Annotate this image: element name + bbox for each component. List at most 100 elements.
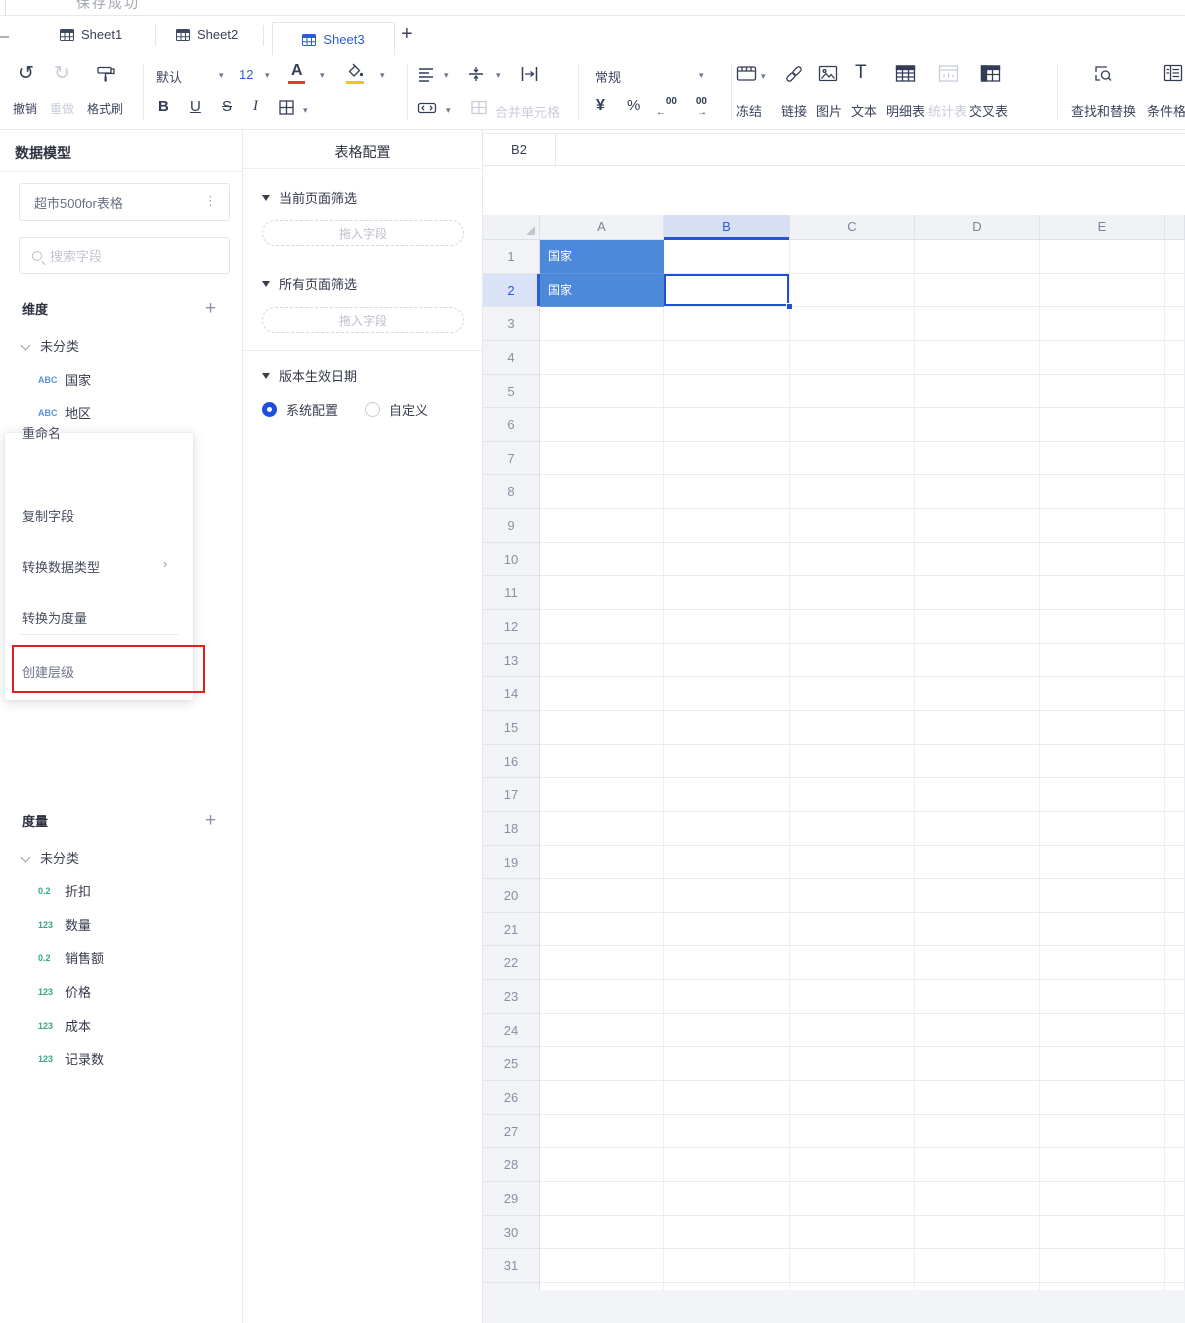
cell-B3[interactable] — [664, 307, 790, 341]
measures-group-uncategorized[interactable]: 未分类 — [22, 848, 79, 867]
menu-item-convert-data-type[interactable]: 转换数据类型 — [22, 557, 100, 576]
row-header-15[interactable]: 15 — [483, 711, 540, 745]
row-header-24[interactable]: 24 — [483, 1014, 540, 1048]
cell-E14[interactable] — [1040, 677, 1165, 711]
tab-sheet1[interactable]: Sheet1 — [60, 27, 122, 42]
tab-sheet2[interactable]: Sheet2 — [176, 27, 238, 42]
cell-C2[interactable] — [790, 274, 915, 308]
cell-C15[interactable] — [790, 711, 915, 745]
chevron-down-icon[interactable]: ▾ — [380, 70, 385, 81]
current-page-filter-dropzone[interactable]: 拖入字段 — [262, 220, 464, 246]
cell-A21[interactable] — [540, 913, 664, 947]
cell-E19[interactable] — [1040, 846, 1165, 880]
undo-label[interactable]: 撤销 — [13, 100, 37, 117]
row-header-1[interactable]: 1 — [483, 240, 540, 274]
cell-A2[interactable]: 国家 — [540, 274, 664, 308]
cell-E10[interactable] — [1040, 543, 1165, 577]
cell-A32[interactable] — [540, 1283, 664, 1290]
cell-D23[interactable] — [915, 980, 1040, 1014]
cell-C10[interactable] — [790, 543, 915, 577]
chevron-down-icon[interactable]: ▾ — [446, 105, 451, 116]
borders-icon[interactable] — [278, 99, 295, 116]
cross-table-label[interactable]: 交叉表 — [969, 101, 1008, 120]
cell-E2[interactable] — [1040, 274, 1165, 308]
row-header-2[interactable]: 2 — [483, 274, 540, 308]
cell-A25[interactable] — [540, 1047, 664, 1081]
row-header-7[interactable]: 7 — [483, 442, 540, 476]
measure-field-chengben[interactable]: 123 成本 — [38, 1016, 91, 1035]
cell-D3[interactable] — [915, 307, 1040, 341]
measure-field-jiage[interactable]: 123 价格 — [38, 982, 91, 1001]
cell-D22[interactable] — [915, 946, 1040, 980]
radio-selected-icon[interactable] — [262, 402, 277, 417]
cell-E13[interactable] — [1040, 644, 1165, 678]
dimension-field-diqu[interactable]: ABC 地区 — [38, 403, 91, 422]
increase-decimal-icon[interactable]: 00→ — [686, 96, 708, 118]
cell-E28[interactable] — [1040, 1148, 1165, 1182]
cell-B26[interactable] — [664, 1081, 790, 1115]
conditional-format-label[interactable]: 条件格式 — [1147, 101, 1185, 120]
formula-bar[interactable] — [556, 133, 1185, 166]
cell-D25[interactable] — [915, 1047, 1040, 1081]
cell-A7[interactable] — [540, 442, 664, 476]
cell-A1[interactable]: 国家 — [540, 240, 664, 274]
cell-C26[interactable] — [790, 1081, 915, 1115]
cell-B17[interactable] — [664, 778, 790, 812]
horizontal-align-icon[interactable] — [417, 65, 435, 83]
cell-A11[interactable] — [540, 576, 664, 610]
cell-C18[interactable] — [790, 812, 915, 846]
column-header-B[interactable]: B — [664, 215, 790, 240]
cell-C21[interactable] — [790, 913, 915, 947]
fill-color-icon[interactable] — [345, 62, 365, 80]
column-header-E[interactable]: E — [1040, 215, 1165, 240]
cell-C7[interactable] — [790, 442, 915, 476]
chevron-down-icon[interactable]: ▾ — [496, 70, 501, 81]
cell-B24[interactable] — [664, 1014, 790, 1048]
stats-table-icon[interactable] — [938, 64, 959, 83]
cell-A17[interactable] — [540, 778, 664, 812]
cell-B7[interactable] — [664, 442, 790, 476]
cell-C22[interactable] — [790, 946, 915, 980]
measure-field-xiaoshoue[interactable]: 0.2 销售额 — [38, 948, 104, 967]
cell-A27[interactable] — [540, 1115, 664, 1149]
merge-cells-icon[interactable] — [470, 99, 488, 116]
cell-B30[interactable] — [664, 1216, 790, 1250]
cell-A8[interactable] — [540, 475, 664, 509]
cell-C5[interactable] — [790, 375, 915, 409]
cell-A10[interactable] — [540, 543, 664, 577]
strikethrough-button[interactable]: S — [222, 99, 232, 114]
cell-A15[interactable] — [540, 711, 664, 745]
cell-A5[interactable] — [540, 375, 664, 409]
row-header-18[interactable]: 18 — [483, 812, 540, 846]
cell-A6[interactable] — [540, 408, 664, 442]
cell-A18[interactable] — [540, 812, 664, 846]
cell-E20[interactable] — [1040, 879, 1165, 913]
cell-D4[interactable] — [915, 341, 1040, 375]
add-sheet-button[interactable]: + — [401, 23, 413, 46]
vertical-align-icon[interactable] — [467, 65, 485, 83]
merge-cells-label[interactable]: 合并单元格 — [495, 102, 560, 121]
cell-E5[interactable] — [1040, 375, 1165, 409]
row-header-27[interactable]: 27 — [483, 1115, 540, 1149]
row-header-8[interactable]: 8 — [483, 475, 540, 509]
cell-B16[interactable] — [664, 745, 790, 779]
dimension-field-guojia[interactable]: ABC 国家 — [38, 370, 91, 389]
cell-D1[interactable] — [915, 240, 1040, 274]
cell-B18[interactable] — [664, 812, 790, 846]
cell-A22[interactable] — [540, 946, 664, 980]
cell-C24[interactable] — [790, 1014, 915, 1048]
cell-C16[interactable] — [790, 745, 915, 779]
field-search-input[interactable]: 搜索字段 — [19, 237, 230, 274]
cell-A9[interactable] — [540, 509, 664, 543]
format-painter-icon[interactable] — [95, 65, 117, 84]
all-pages-filter-dropzone[interactable]: 拖入字段 — [262, 307, 464, 333]
row-header-16[interactable]: 16 — [483, 745, 540, 779]
find-replace-icon[interactable] — [1093, 64, 1113, 83]
cell-A19[interactable] — [540, 846, 664, 880]
cell-D26[interactable] — [915, 1081, 1040, 1115]
cell-B23[interactable] — [664, 980, 790, 1014]
menu-item-convert-to-measure[interactable]: 转换为度量 — [22, 608, 87, 627]
redo-icon[interactable]: ↻ — [54, 64, 70, 83]
cell-E6[interactable] — [1040, 408, 1165, 442]
cell-D28[interactable] — [915, 1148, 1040, 1182]
